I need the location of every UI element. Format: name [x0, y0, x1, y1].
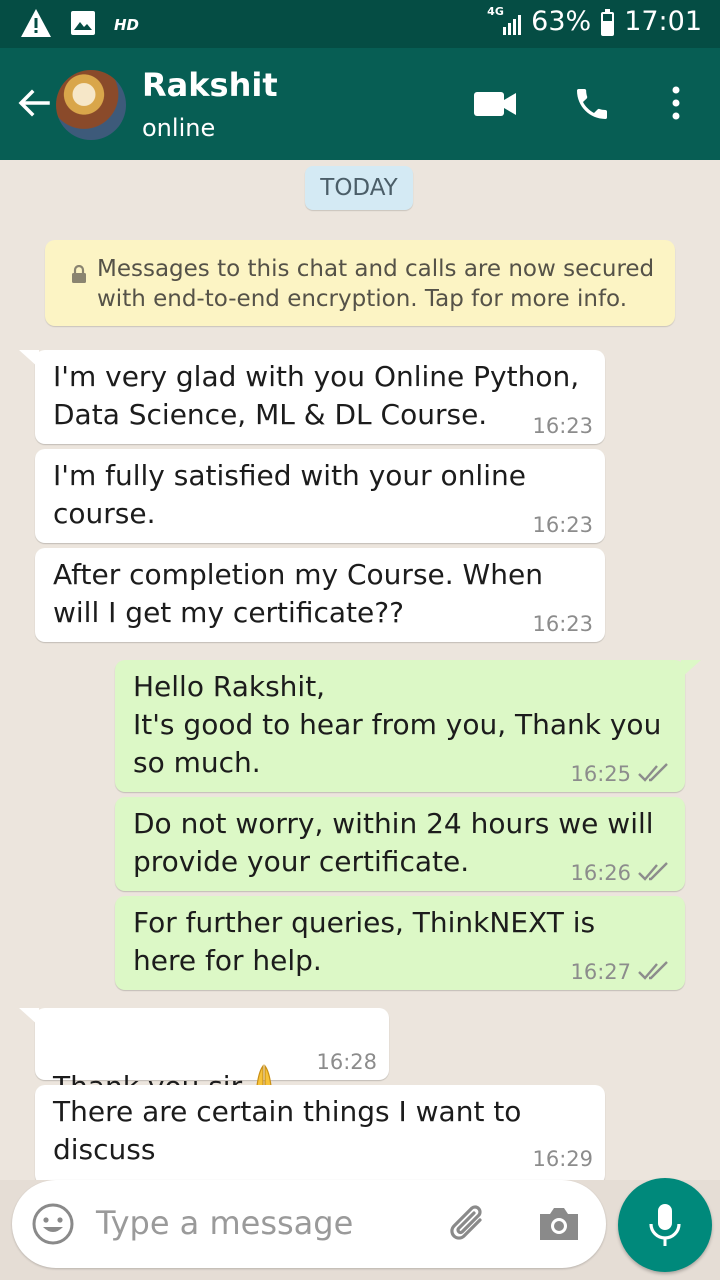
message-incoming[interactable]: I'm very glad with you Online Python, Da… [19, 350, 605, 444]
presence-status: online [142, 114, 216, 142]
chat-header: Rakshit online [0, 48, 720, 160]
signal-icon: 4G [487, 4, 522, 37]
avatar[interactable] [56, 70, 126, 140]
mic-button[interactable] [618, 1178, 712, 1272]
status-bar: HD 4G 63% 17:01 [0, 0, 720, 48]
message-time: 16:23 [532, 414, 593, 438]
clock: 17:01 [624, 6, 702, 37]
attach-icon[interactable] [444, 1200, 494, 1250]
battery-percent: 63% [531, 6, 592, 37]
camera-icon[interactable] [536, 1202, 582, 1246]
alert-icon [20, 8, 52, 42]
message-input[interactable]: Type a message [96, 1204, 353, 1242]
message-composer: Type a message [12, 1180, 606, 1268]
contact-name[interactable]: Rakshit [142, 66, 278, 104]
message-incoming[interactable]: There are certain things I want to discu… [35, 1085, 605, 1180]
message-text: For further queries, ThinkNEXT is here f… [133, 906, 596, 977]
chat-area[interactable]: TODAY Messages to this chat and calls ar… [0, 160, 720, 1180]
message-text: I'm very glad with you Online Python, Da… [53, 360, 580, 431]
encryption-notice[interactable]: Messages to this chat and calls are now … [45, 240, 675, 326]
hd-label: HD [114, 16, 140, 34]
message-outgoing[interactable]: Do not worry, within 24 hours we will pr… [115, 797, 685, 891]
message-incoming[interactable]: I'm fully satisfied with your online cou… [35, 449, 605, 543]
emoji-icon[interactable] [30, 1201, 76, 1247]
image-icon [70, 10, 96, 40]
battery-icon [601, 8, 615, 36]
lock-icon [71, 261, 87, 291]
message-text: After completion my Course. When will I … [53, 558, 543, 629]
read-ticks-icon [638, 763, 668, 782]
message-time: 16:27 [570, 960, 631, 984]
message-incoming[interactable]: Thank you sir 16:28 [19, 1008, 389, 1104]
message-time: 16:28 [316, 1050, 377, 1074]
message-outgoing[interactable]: Hello Rakshit, It's good to hear from yo… [115, 660, 701, 792]
message-time: 16:25 [570, 762, 631, 786]
date-chip: TODAY [305, 166, 413, 210]
back-arrow-icon[interactable] [14, 84, 52, 122]
mic-icon [649, 1204, 681, 1246]
message-text: There are certain things I want to discu… [53, 1095, 522, 1166]
message-outgoing[interactable]: For further queries, ThinkNEXT is here f… [115, 896, 685, 990]
message-time: 16:26 [570, 861, 631, 885]
more-vert-icon[interactable] [664, 84, 688, 124]
message-time: 16:29 [532, 1147, 593, 1171]
message-time: 16:23 [532, 513, 593, 537]
read-ticks-icon [638, 961, 668, 980]
phone-icon[interactable] [570, 84, 614, 124]
encryption-text: Messages to this chat and calls are now … [97, 256, 655, 312]
message-time: 16:23 [532, 612, 593, 636]
network-type: 4G [487, 4, 504, 18]
read-ticks-icon [638, 862, 668, 881]
message-incoming[interactable]: After completion my Course. When will I … [35, 548, 605, 642]
video-call-icon[interactable] [472, 84, 520, 124]
message-text: I'm fully satisfied with your online cou… [53, 459, 526, 530]
